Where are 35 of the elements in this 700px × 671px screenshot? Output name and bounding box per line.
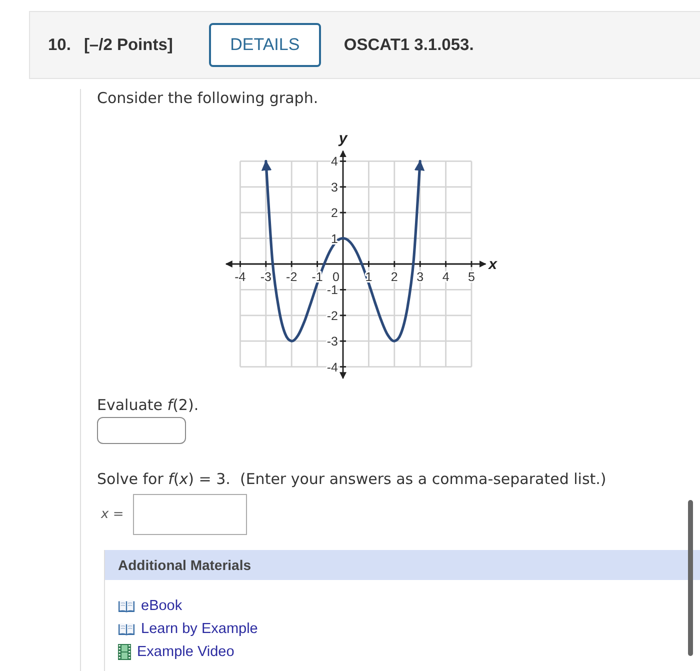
- question-number: 10.: [48, 36, 71, 54]
- x-tick-label: 0: [332, 270, 340, 284]
- y-axis-title: y: [338, 130, 348, 147]
- material-link[interactable]: Example Video: [118, 640, 234, 663]
- field-label: x =: [101, 507, 125, 522]
- y-tick-label: -4: [326, 360, 338, 374]
- x-tick-label: -3: [260, 270, 272, 284]
- question-prompt: Evaluate f(2).: [97, 396, 200, 414]
- y-tick-label: -3: [326, 334, 338, 349]
- material-link[interactable]: eBook: [118, 594, 182, 617]
- y-tick-label: -1: [326, 283, 338, 298]
- y-tick-label: 3: [331, 180, 338, 194]
- question-prompt: Solve for f(x) = 3. (Enter your answers as a comma-separated list.): [97, 470, 608, 488]
- film-strip-icon: [118, 644, 131, 660]
- y-tick-label: -2: [326, 308, 338, 323]
- answer-field[interactable]: [133, 494, 247, 535]
- x-tick-label: 2: [390, 270, 398, 284]
- scrollbar-thumb[interactable]: [688, 500, 693, 656]
- material-link[interactable]: Learn by Example: [118, 617, 258, 640]
- book-icon: [118, 598, 135, 612]
- x-axis-title: x: [488, 256, 497, 273]
- x-tick-label: -2: [286, 270, 298, 284]
- question-text: Consider the following graph.: [97, 89, 320, 107]
- points-label: [–/2 Points]: [84, 36, 173, 54]
- x-tick-label: -4: [234, 270, 246, 284]
- x-tick-label: 3: [416, 270, 424, 284]
- question-code: OSCAT1 3.1.053.: [344, 36, 474, 54]
- x-tick-label: 5: [468, 270, 475, 284]
- y-tick-label: 4: [331, 154, 338, 169]
- materials-heading: Additional Materials: [105, 550, 700, 580]
- x-tick-label: 4: [442, 270, 450, 284]
- answer-field[interactable]: [97, 417, 186, 444]
- y-tick-label: 2: [331, 206, 338, 220]
- details-button[interactable]: DETAILS: [208, 23, 321, 67]
- book-icon: [118, 622, 135, 636]
